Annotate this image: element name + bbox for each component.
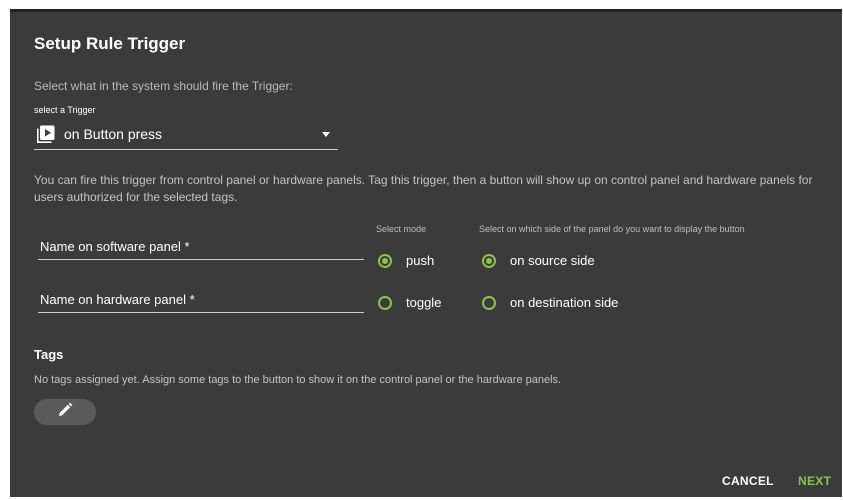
setup-rule-trigger-dialog: Setup Rule Trigger Select what in the sy… [10, 9, 842, 497]
radio-unselected-icon [482, 295, 496, 310]
select-side-label: Select on which side of the panel do you… [479, 224, 745, 234]
select-mode-label: Select mode [376, 224, 427, 234]
dialog-title: Setup Rule Trigger [34, 34, 186, 53]
radio-selected-icon [482, 253, 496, 268]
trigger-select-label: select a Trigger [34, 105, 96, 115]
tags-heading: Tags [34, 347, 64, 362]
side-radio-destination-label: on destination side [510, 295, 619, 310]
radio-selected-icon [378, 253, 392, 268]
mode-radio-push-label: push [406, 253, 435, 268]
radio-unselected-icon [378, 295, 392, 310]
cancel-button[interactable]: CANCEL [722, 474, 774, 488]
trigger-intro-text: Select what in the system should fire th… [34, 79, 293, 93]
mode-radio-push[interactable]: push [378, 253, 434, 268]
software-panel-name-placeholder: Name on software panel * [40, 239, 190, 254]
chevron-down-icon [322, 132, 330, 137]
play-box-icon [37, 125, 55, 148]
hardware-panel-name-field[interactable]: Name on hardware panel * [38, 290, 364, 313]
mode-radio-toggle-label: toggle [406, 295, 442, 310]
side-radio-destination[interactable]: on destination side [482, 295, 618, 310]
next-button[interactable]: NEXT [798, 474, 831, 488]
hardware-panel-name-placeholder: Name on hardware panel * [40, 292, 195, 307]
pencil-icon [57, 402, 73, 423]
side-radio-source-label: on source side [510, 253, 595, 268]
tags-empty-message: No tags assigned yet. Assign some tags t… [34, 374, 562, 386]
trigger-description: You can fire this trigger from control p… [34, 173, 813, 204]
trigger-select-value: on Button press [64, 126, 163, 142]
side-radio-source[interactable]: on source side [482, 253, 595, 268]
software-panel-name-field[interactable]: Name on software panel * [38, 237, 364, 260]
mode-radio-toggle[interactable]: toggle [378, 295, 441, 310]
edit-tags-button[interactable] [34, 399, 96, 425]
trigger-select[interactable]: on Button press [34, 123, 338, 150]
